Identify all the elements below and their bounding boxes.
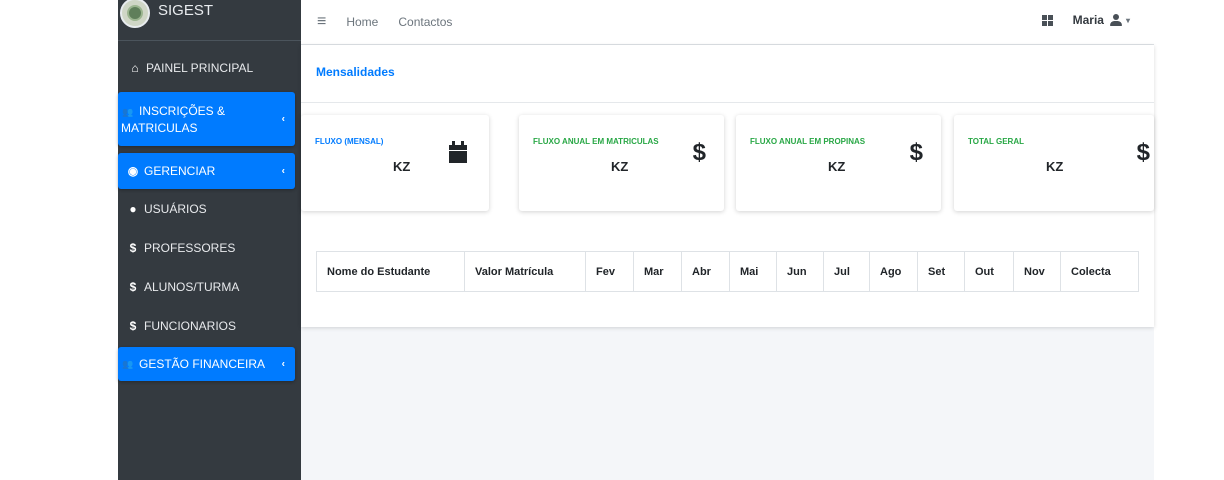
dollar-icon: $ [129,280,137,294]
column-header[interactable]: Fev [585,251,634,292]
dollar-icon: $ [909,139,923,166]
top-navbar: ≡ Home Contactos Maria ▾ [301,0,1154,45]
mensalidades-table: Nome do Estudante Valor Matrícula Fev Ma… [316,251,1139,292]
sidebar-item-gestao-financeira[interactable]: 👥 GESTÃO FINANCEIRA ‹ [118,347,295,381]
user-icon [1109,14,1122,26]
stat-box-fluxo-mensal: FLUXO (MENSAL) KZ [301,115,489,211]
sidebar-item-inscricoes[interactable]: 👥 INSCRIÇÕES & MATRICULAS ‹ [118,92,295,146]
column-header[interactable]: Jun [776,251,824,292]
stat-value: KZ [1046,159,1064,174]
sidebar-item-label: INSCRIÇÕES & [139,103,226,118]
column-header[interactable]: Mar [633,251,682,292]
stat-value: KZ [828,159,846,174]
sidebar-item-label: GERENCIAR [144,164,216,178]
dashboard-icon: ◉ [127,164,139,178]
table-header-row: Nome do Estudante Valor Matrícula Fev Ma… [316,251,1139,292]
column-header[interactable]: Mai [729,251,777,292]
sidebar-item-label: ALUNOS/TURMA [144,280,240,294]
column-header[interactable]: Valor Matrícula [464,251,586,292]
sidebar-item-label: PROFESSORES [144,241,236,255]
brand-link[interactable]: SIGEST [118,0,301,41]
chevron-left-icon: ‹ [281,165,285,177]
column-header[interactable]: Colecta [1060,251,1139,292]
stat-label: FLUXO (MENSAL) [315,137,384,146]
sidebar-item-label: FUNCIONARIOS [144,319,237,333]
dollar-icon: $ [692,139,706,166]
stat-label: TOTAL GERAL [968,137,1024,146]
dollar-icon: $ [129,241,137,255]
user-icon: ● [129,202,137,216]
stat-box-fluxo-matriculas: FLUXO ANUAL EM MATRICULAS KZ $ [519,115,724,211]
caret-down-icon: ▾ [1125,15,1130,25]
column-header[interactable]: Ago [869,251,918,292]
main-content: Mensalidades FLUXO (MENSAL) KZ FLUXO ANU… [301,45,1154,480]
sidebar-item-painel-principal[interactable]: ⌂ PAINEL PRINCIPAL [118,48,301,88]
app: SIGEST ⌂ PAINEL PRINCIPAL 👥 INSCRIÇÕES & … [118,0,1154,480]
user-dropdown[interactable]: Maria ▾ [1073,13,1130,27]
stat-label: FLUXO ANUAL EM MATRICULAS [533,137,659,146]
navbar-right: Maria ▾ [1041,0,1130,40]
column-header[interactable]: Out [964,251,1014,292]
mensalidades-card: Mensalidades FLUXO (MENSAL) KZ FLUXO ANU… [301,45,1154,327]
card-divider [301,102,1154,103]
stat-label: FLUXO ANUAL EM PROPINAS [750,137,866,146]
home-icon: ⌂ [131,61,139,75]
sidebar-item-gerenciar[interactable]: ◉ GERENCIAR ‹ [118,153,295,189]
column-header[interactable]: Set [917,251,965,292]
calendar-icon [449,141,467,163]
sidebar-item-label: PAINEL PRINCIPAL [146,61,254,75]
dollar-icon: $ [1136,139,1150,166]
dollar-icon: $ [129,319,137,333]
sidebar-item-funcionarios[interactable]: $ FUNCIONARIOS [118,307,301,345]
column-header[interactable]: Abr [681,251,730,292]
brand-name: SIGEST [158,1,214,19]
stat-value: KZ [393,159,411,174]
page-title: Mensalidades [316,65,395,79]
users-icon: 👥 [122,358,134,369]
sidebar-item-label: USUÁRIOS [144,202,207,216]
sidebar-item-label-line2: MATRICULAS [121,120,198,135]
menu-toggle-icon[interactable]: ≡ [317,13,326,31]
stat-box-fluxo-propinas: FLUXO ANUAL EM PROPINAS KZ $ [736,115,941,211]
sidebar: SIGEST ⌂ PAINEL PRINCIPAL 👥 INSCRIÇÕES & … [118,0,301,480]
nav-link-contactos[interactable]: Contactos [398,15,452,29]
apps-grid-icon[interactable] [1041,14,1053,26]
user-name: Maria [1072,13,1104,27]
column-header[interactable]: Nome do Estudante [316,251,465,292]
chevron-left-icon: ‹ [281,358,285,370]
nav-link-home[interactable]: Home [346,15,378,29]
sidebar-item-professores[interactable]: $ PROFESSORES [118,229,301,267]
stat-box-total-geral: TOTAL GERAL KZ $ [954,115,1154,211]
users-icon: 👥 [122,106,134,117]
sidebar-item-alunos-turma[interactable]: $ ALUNOS/TURMA [118,267,301,307]
column-header[interactable]: Nov [1013,251,1061,292]
chevron-left-icon: ‹ [281,113,285,125]
school-seal-icon [120,0,150,28]
sidebar-item-label: GESTÃO FINANCEIRA [139,357,266,371]
sidebar-item-usuarios[interactable]: ● USUÁRIOS [118,189,301,229]
column-header[interactable]: Jul [823,251,870,292]
stat-value: KZ [611,159,629,174]
